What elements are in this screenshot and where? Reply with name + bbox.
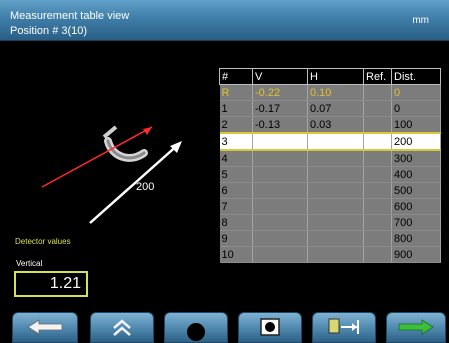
- column-header-v: V: [252, 68, 308, 85]
- dist-value: 400: [391, 166, 441, 183]
- ref-value: [363, 150, 392, 167]
- back-button[interactable]: [12, 312, 78, 343]
- detector-values-label: Detector values: [15, 237, 71, 246]
- ref-value: [363, 100, 392, 117]
- v-value: -0.13: [252, 116, 308, 134]
- table-row[interactable]: 4 300: [219, 150, 441, 167]
- h-value: [307, 230, 364, 247]
- row-number: 7: [219, 198, 253, 215]
- table-header: # V H Ref. Dist.: [219, 68, 441, 85]
- table-row[interactable]: 8 700: [219, 214, 441, 231]
- table-row[interactable]: 5 400: [219, 166, 441, 183]
- collapse-button[interactable]: [90, 312, 154, 343]
- ref-value: [363, 84, 392, 101]
- position-indicator: Position # 3(10): [10, 25, 88, 37]
- h-value: [307, 214, 364, 231]
- h-value: [307, 150, 364, 167]
- dist-value: 700: [391, 214, 441, 231]
- v-value: [252, 132, 308, 151]
- v-value: [252, 230, 308, 247]
- double-chevron-up-icon: [113, 319, 131, 336]
- row-number: R: [219, 84, 253, 101]
- v-value: [252, 182, 308, 199]
- v-value: [252, 150, 308, 167]
- v-value: [252, 198, 308, 215]
- ref-value: [363, 230, 392, 247]
- dist-value: 0: [391, 84, 441, 101]
- ref-value: [363, 166, 392, 183]
- v-value: -0.17: [252, 100, 308, 117]
- arrow-left-icon: [27, 319, 63, 335]
- h-value: 0.10: [307, 84, 364, 101]
- h-value: [307, 166, 364, 183]
- distance-label: 200: [136, 181, 154, 193]
- h-value: [307, 132, 364, 151]
- table-row[interactable]: 6 500: [219, 182, 441, 199]
- column-header-dist: Dist.: [391, 68, 441, 85]
- laser-arrowhead-red: [143, 127, 152, 135]
- laser-schematic: 200: [20, 105, 220, 225]
- next-button[interactable]: [386, 312, 446, 343]
- record-icon: [260, 318, 280, 336]
- dist-value: 300: [391, 150, 441, 167]
- vertical-label: Vertical: [16, 259, 43, 268]
- ref-value: [363, 116, 392, 134]
- dist-value: 0: [391, 100, 441, 117]
- unit-label: mm: [412, 15, 429, 26]
- row-number: 10: [219, 246, 253, 263]
- record-button[interactable]: [238, 312, 302, 343]
- arrow-right-icon: [398, 319, 434, 335]
- h-value: [307, 198, 364, 215]
- row-number: 5: [219, 166, 253, 183]
- table-row[interactable]: 2 -0.13 0.03 100: [219, 116, 441, 134]
- dist-value: 100: [391, 116, 441, 134]
- column-header-h: H: [307, 68, 364, 85]
- column-header-num: #: [219, 68, 253, 85]
- v-value: [252, 214, 308, 231]
- table-row[interactable]: 10 900: [219, 246, 441, 263]
- measure-point-button[interactable]: [164, 312, 228, 343]
- row-number: 8: [219, 214, 253, 231]
- row-number: 3: [219, 132, 253, 151]
- vertical-value-field: 1.21: [14, 271, 88, 297]
- page-title: Measurement table view: [10, 10, 130, 22]
- ref-value: [363, 214, 392, 231]
- ref-value: [363, 246, 392, 263]
- row-number: 1: [219, 100, 253, 117]
- h-value: 0.03: [307, 116, 364, 134]
- distance-button[interactable]: [312, 312, 376, 343]
- ref-value: [363, 182, 392, 199]
- row-number: 6: [219, 182, 253, 199]
- table-row[interactable]: 1 -0.17 0.07 0: [219, 100, 441, 117]
- dist-value: 500: [391, 182, 441, 199]
- dist-value: 200: [391, 132, 441, 151]
- v-value: [252, 166, 308, 183]
- h-value: 0.07: [307, 100, 364, 117]
- row-number: 2: [219, 116, 253, 134]
- title-bar: Measurement table view Position # 3(10) …: [0, 0, 449, 41]
- measurement-table: # V H Ref. Dist. R -0.22 0.10 0 1 -0.17 0.07 0 2…: [219, 68, 441, 263]
- ref-value: [363, 198, 392, 215]
- ref-value: [363, 132, 392, 151]
- v-value: -0.22: [252, 84, 308, 101]
- v-value: [252, 246, 308, 263]
- row-number: 9: [219, 230, 253, 247]
- table-row[interactable]: 9 800: [219, 230, 441, 247]
- table-row[interactable]: 3 200: [219, 132, 441, 151]
- measure-point-icon: [187, 323, 205, 341]
- distance-icon: [328, 318, 359, 334]
- column-header-ref: Ref.: [363, 68, 392, 85]
- dist-value: 800: [391, 230, 441, 247]
- bottom-toolbar: [0, 312, 449, 343]
- row-number: 4: [219, 150, 253, 167]
- h-value: [307, 246, 364, 263]
- h-value: [307, 182, 364, 199]
- dist-value: 600: [391, 198, 441, 215]
- dist-value: 900: [391, 246, 441, 263]
- table-row-reference[interactable]: R -0.22 0.10 0: [219, 84, 441, 101]
- table-row[interactable]: 7 600: [219, 198, 441, 215]
